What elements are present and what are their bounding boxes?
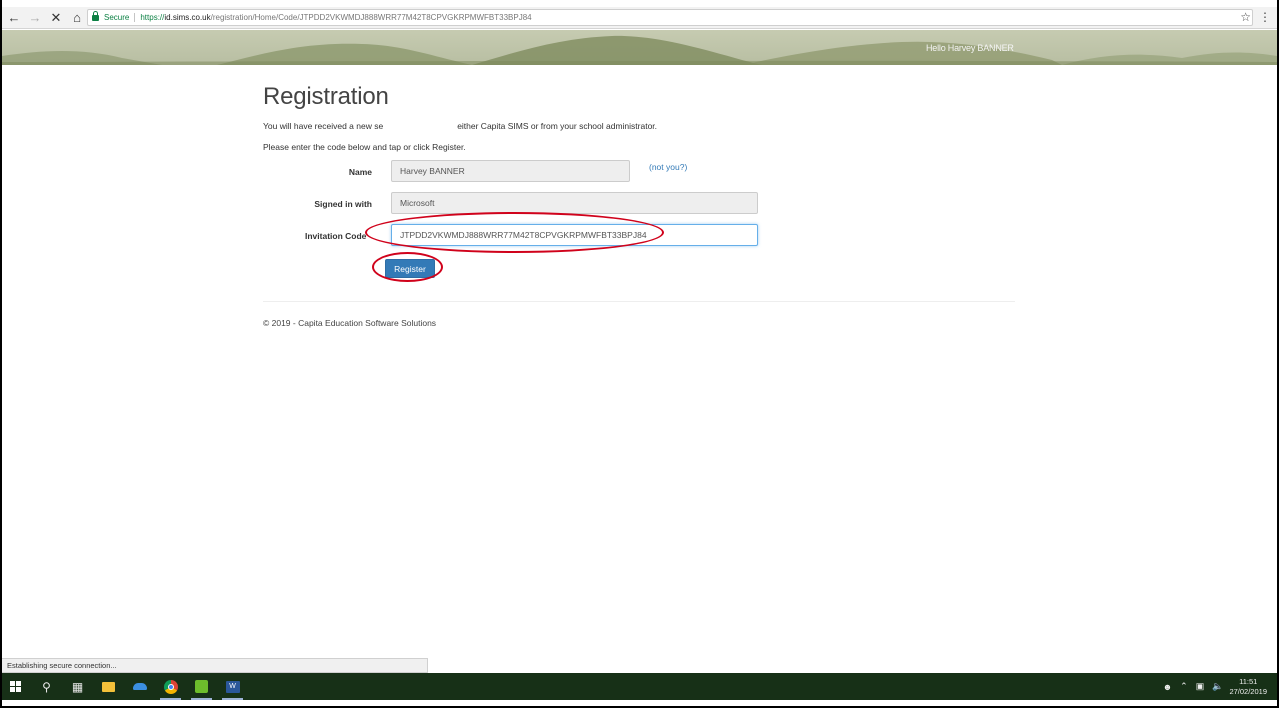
intro-text-start: You will have received a new se: [263, 121, 384, 131]
url-text[interactable]: https://id.sims.co.uk/registration/Home/…: [140, 13, 531, 22]
register-button[interactable]: Register: [385, 259, 435, 278]
url-scheme: https://: [140, 13, 165, 22]
windows-taskbar: ⚲ ▦ W ☻ ⌃ ▣ 🔈 11:51 27/02/2019: [2, 673, 1277, 700]
browser-toolbar: ← → ✕ ⌂ Secure https://id.sims.co.uk/reg…: [2, 7, 1277, 29]
invitation-code-label: Invitation Code: [305, 231, 367, 241]
intro-text-line1: You will have received a new se either Ca…: [263, 121, 657, 131]
page-title: Registration: [263, 83, 389, 110]
clock-date: 27/02/2019: [1229, 686, 1267, 696]
signed-in-field: Microsoft: [391, 192, 758, 214]
people-icon[interactable]: ☻: [1163, 682, 1172, 692]
windows-start-icon[interactable]: [2, 673, 29, 700]
clock-time: 11:51: [1239, 676, 1258, 686]
name-label: Name: [348, 167, 372, 177]
file-explorer-icon[interactable]: [95, 673, 122, 700]
word-icon[interactable]: W: [219, 673, 246, 700]
clock[interactable]: 11:51 27/02/2019: [1229, 677, 1267, 697]
footer-divider: [263, 301, 1015, 302]
green-app-icon[interactable]: [188, 673, 215, 700]
header-banner: Hello Harvey BANNER: [2, 30, 1277, 65]
url-path: /registration/Home/Code/JTPDD2VKWMDJ888W…: [210, 13, 532, 22]
chrome-icon[interactable]: [157, 673, 184, 700]
back-arrow-icon[interactable]: ←: [5, 9, 23, 27]
intro-text-line2: Please enter the code below and tap or c…: [263, 142, 466, 152]
signed-in-label: Signed in with: [314, 199, 372, 209]
secure-label: Secure: [104, 13, 136, 22]
network-icon[interactable]: ▣: [1196, 681, 1205, 692]
lock-icon: [92, 11, 99, 21]
close-icon[interactable]: ✕: [47, 9, 65, 27]
status-bubble: Establishing secure connection...: [2, 658, 428, 673]
kebab-menu-icon[interactable]: ⋮: [1259, 10, 1271, 24]
system-tray: ☻ ⌃ ▣ 🔈 11:51 27/02/2019: [1155, 673, 1267, 700]
hills-illustration: [2, 35, 1277, 65]
chevron-up-icon[interactable]: ⌃: [1180, 681, 1188, 692]
name-field: Harvey BANNER: [391, 160, 630, 182]
onedrive-icon[interactable]: [126, 673, 153, 700]
address-bar[interactable]: Secure https://id.sims.co.uk/registratio…: [87, 9, 1253, 26]
intro-text-end: either Capita SIMS or from your school a…: [457, 121, 658, 131]
not-you-link[interactable]: (not you?): [649, 162, 687, 172]
home-icon[interactable]: ⌂: [68, 9, 86, 27]
task-view-icon[interactable]: ▦: [64, 673, 91, 700]
search-icon[interactable]: ⚲: [33, 673, 60, 700]
footer-copyright: © 2019 - Capita Education Software Solut…: [263, 318, 437, 328]
star-icon[interactable]: ☆: [1240, 10, 1251, 24]
forward-arrow-icon[interactable]: →: [26, 9, 44, 27]
registration-content: Registration You will have received a ne…: [263, 80, 1015, 328]
invitation-code-input[interactable]: JTPDD2VKWMDJ888WRR77M42T8CPVGKRPMWFBT33B…: [391, 224, 758, 246]
url-host: id.sims.co.uk: [164, 13, 211, 22]
volume-icon[interactable]: 🔈: [1212, 681, 1223, 692]
user-greeting[interactable]: Hello Harvey BANNER: [926, 43, 1014, 53]
